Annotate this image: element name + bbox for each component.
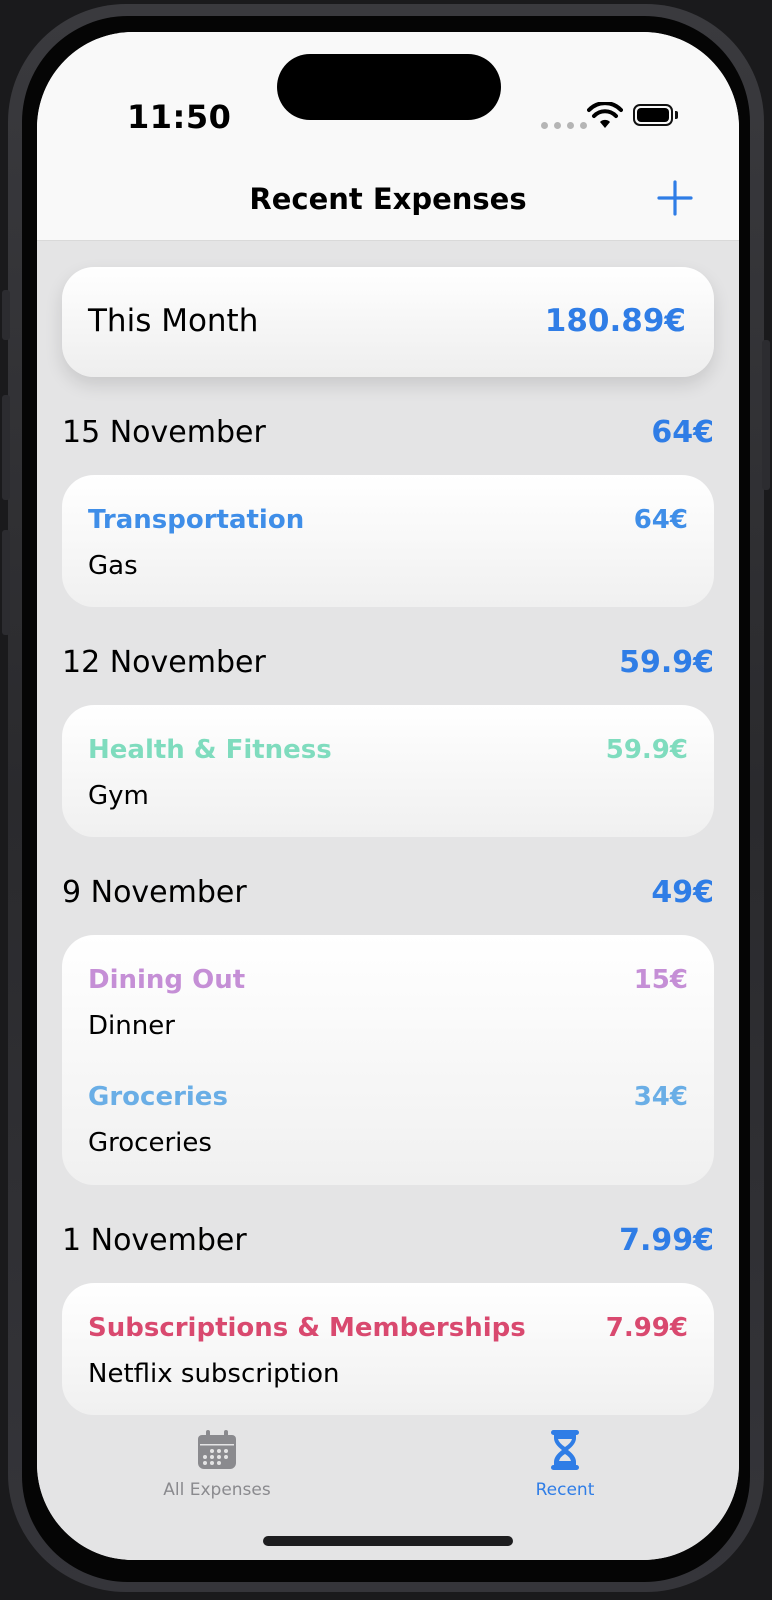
volume-up-button	[2, 395, 10, 500]
day-date: 15 November	[62, 415, 266, 450]
expense-amount: 34€	[633, 1082, 688, 1112]
day-header: 1 November 7.99€	[62, 1223, 714, 1263]
day-date: 9 November	[62, 875, 247, 910]
expense-description: Gas	[88, 551, 138, 581]
summary-amount: 180.89€	[544, 303, 686, 339]
day-header: 9 November 49€	[62, 875, 714, 915]
hourglass-icon	[551, 1430, 579, 1470]
expense-description: Gym	[88, 781, 149, 811]
expense-description: Netflix subscription	[88, 1359, 340, 1389]
day-total: 7.99€	[619, 1223, 714, 1258]
dynamic-island	[277, 54, 501, 120]
day-header: 12 November 59.9€	[62, 645, 714, 685]
expense-item[interactable]: Subscriptions & Memberships 7.99€ Netfli…	[88, 1313, 688, 1403]
volume-down-button	[2, 530, 10, 635]
power-button	[762, 340, 770, 490]
expense-description: Dinner	[88, 1011, 175, 1041]
expense-category: Transportation	[88, 505, 305, 535]
day-total: 49€	[651, 875, 714, 910]
expense-amount: 64€	[633, 505, 688, 535]
expense-item[interactable]: Dining Out 15€ Dinner	[88, 965, 688, 1055]
page-title: Recent Expenses	[249, 182, 527, 216]
month-summary-card: This Month 180.89€	[62, 267, 714, 377]
day-date: 1 November	[62, 1223, 247, 1258]
day-card: Transportation 64€ Gas	[62, 475, 714, 607]
action-button	[2, 290, 10, 340]
battery-icon	[633, 104, 673, 126]
expense-amount: 59.9€	[605, 735, 688, 765]
phone-screen: 11:50 Recent Expenses This Month 180.89€	[37, 32, 739, 1560]
day-total: 59.9€	[619, 645, 714, 680]
day-header: 15 November 64€	[62, 415, 714, 455]
wifi-icon	[587, 102, 623, 128]
expense-item[interactable]: Transportation 64€ Gas	[88, 505, 688, 595]
expense-item[interactable]: Health & Fitness 59.9€ Gym	[88, 735, 688, 825]
expense-category: Dining Out	[88, 965, 246, 995]
add-expense-button[interactable]	[655, 178, 695, 218]
day-date: 12 November	[62, 645, 266, 680]
status-time: 11:50	[127, 98, 232, 136]
home-indicator[interactable]	[263, 1536, 513, 1546]
expense-list[interactable]: This Month 180.89€ 15 November 64€ Trans…	[37, 241, 739, 1441]
expense-description: Groceries	[88, 1128, 212, 1158]
day-card: Subscriptions & Memberships 7.99€ Netfli…	[62, 1283, 714, 1415]
day-card: Dining Out 15€ Dinner Groceries 34€ Groc…	[62, 935, 714, 1185]
expense-amount: 15€	[633, 965, 688, 995]
summary-label: This Month	[88, 303, 259, 339]
tab-label: Recent	[535, 1480, 595, 1500]
expense-item[interactable]: Groceries 34€ Groceries	[88, 1082, 688, 1172]
plus-icon	[657, 180, 693, 216]
tab-all-expenses[interactable]: All Expenses	[117, 1428, 317, 1508]
expense-amount: 7.99€	[605, 1313, 688, 1343]
day-card: Health & Fitness 59.9€ Gym	[62, 705, 714, 837]
day-total: 64€	[651, 415, 714, 450]
tab-label: All Expenses	[163, 1480, 271, 1500]
expense-category: Health & Fitness	[88, 735, 332, 765]
cellular-signal-icon	[541, 122, 587, 129]
calendar-icon	[198, 1430, 236, 1469]
navigation-bar: Recent Expenses	[37, 132, 739, 241]
expense-category: Groceries	[88, 1082, 228, 1112]
expense-category: Subscriptions & Memberships	[88, 1313, 526, 1343]
tab-recent[interactable]: Recent	[465, 1428, 665, 1508]
